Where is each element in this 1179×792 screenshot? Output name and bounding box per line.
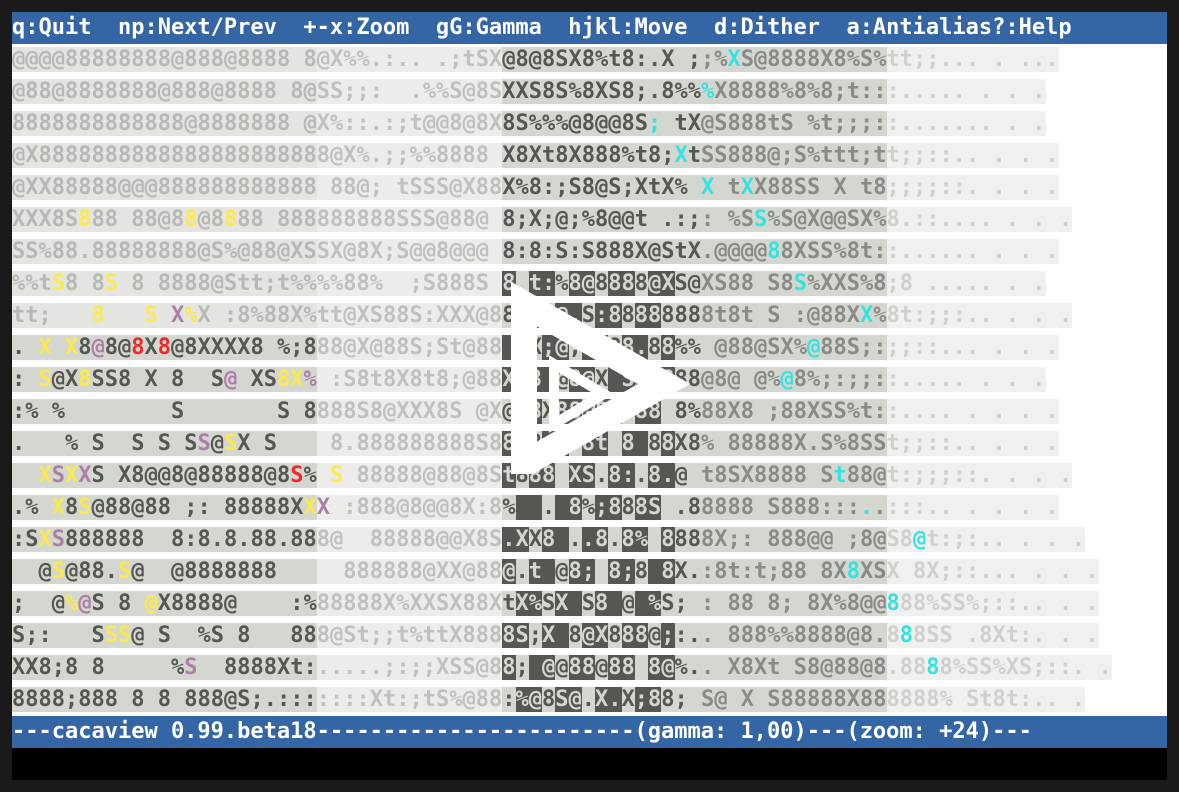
ascii-row: XX8;8 8 %S 8888Xt:.....;:;;XSS@88; @@88@… xyxy=(12,655,1112,680)
ascii-row: @88@8888888@888@8888 8@SS;;: .%%S@8SXXS8… xyxy=(12,79,1046,104)
ascii-row: . X X8@8@8X8@8XXXX8 %;888@X@88S;St@88 8X… xyxy=(12,335,1059,360)
status-bar: ---cacaview 0.99.beta18-----------------… xyxy=(12,716,1167,748)
terminal-empty-line xyxy=(12,748,1167,780)
ascii-row: @S@88.S@ @8888888 888888@XX@88@.t @8; 8;… xyxy=(12,556,1167,588)
help-bar: q:Quit np:Next/Prev +-x:Zoom gG:Gamma hj… xyxy=(12,12,1167,44)
ascii-row: ; @%@S 8 @X8888@ :%88888X%XXSX88XtX%SX S… xyxy=(12,591,1099,616)
ascii-row: S;: SSS@ S %S 8 888@St;;t%ttX8888S;X 8@X… xyxy=(12,623,1099,648)
ascii-row: : S@X8SS8 X 8 S@ XS8X% :S8t8X8t8;@88X 8 … xyxy=(12,367,1046,392)
ascii-row: XSXXS X8@@8@88888@8S% S 88888@88@8St888 … xyxy=(12,460,1167,492)
ascii-row: tt; 8 S X%X :8%88X%tt@XS88S:XXX@88 t8@.S… xyxy=(12,303,1072,328)
ascii-row: SS%88.88888888@S%@88@XSSX@8X;S@@8@@@ 8:8… xyxy=(12,239,1059,264)
ascii-row: @X8888888888888888888888@X%.;;%%8888 X8X… xyxy=(12,143,1059,168)
ascii-row: @@@@88888888@888@8888 8@X%%.:.. .;tSX@8@… xyxy=(12,47,1059,72)
ascii-row: @XX88888@@@888888888888 88@; tSSS@X88X%8… xyxy=(12,175,1059,200)
ascii-row: 8888;888 8 8 888@S;.:::::::Xt:;tS%@88:%@… xyxy=(12,687,1086,712)
ascii-row: 8888888888888@8888888 @X%::.:;t@@8@8X8S%… xyxy=(12,111,1046,136)
ascii-row: .% X8S@88@88 ;: 88888XXX :888@8@@8X:8% .… xyxy=(12,495,1059,520)
terminal-window: q:Quit np:Next/Prev +-x:Zoom gG:Gamma hj… xyxy=(12,12,1167,780)
ascii-image-canvas[interactable]: @@@@88888888@888@8888 8@X%%.:.. .;tSX@8@… xyxy=(12,44,1167,716)
ascii-row: XXX8S888 88@88@8888 888888888SSS@88@ 8;X… xyxy=(12,207,1072,232)
ascii-row: . % S S S SS@SX S 8.888888888S88@8;8 8t … xyxy=(12,431,1059,456)
ascii-row: :SXS888888 8:8.8.88.888@ 88888@@X8S.XX8 … xyxy=(12,527,1086,552)
ascii-row: :% % S S 8888S8@XXX8S @X@S8X88888888 8%8… xyxy=(12,399,1059,424)
ascii-row: %%tS8 8S 8 8888@Stt;t%%%%88% ;S888S 8 t:… xyxy=(12,271,1046,296)
